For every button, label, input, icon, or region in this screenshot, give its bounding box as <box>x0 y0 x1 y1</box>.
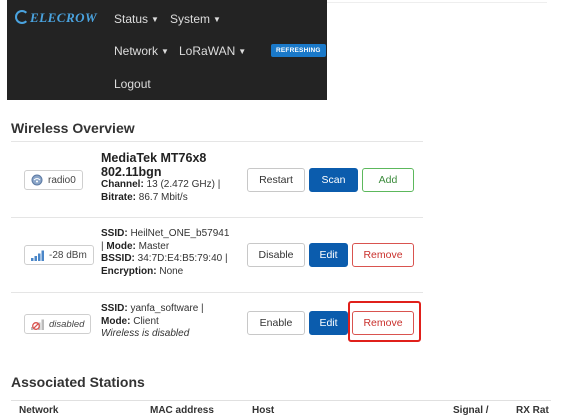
network-info: SSID: yanfa_software | Mode: Client Wire… <box>101 303 204 341</box>
top-navbar: ELECROW Status ▼ System ▼ Network ▼ LoRaWAN… <box>7 0 327 100</box>
signal-strength-icon <box>31 250 44 261</box>
highlight-box <box>348 301 421 342</box>
header-divider <box>327 2 547 3</box>
associated-stations-title: Associated Stations <box>11 374 145 390</box>
row-divider <box>11 141 423 142</box>
menu-network-label: Network <box>114 44 159 58</box>
bitrate-label: Bitrate: <box>101 191 137 203</box>
brand-name: ELECROW <box>30 10 98 25</box>
disabled-badge: disabled <box>24 314 92 334</box>
disabled-badge-label: disabled <box>49 318 85 330</box>
enable-button[interactable]: Enable <box>247 311 305 335</box>
chevron-down-icon: ▼ <box>238 47 247 56</box>
menu-system[interactable]: System ▼ <box>170 12 221 26</box>
wifi-radio-icon <box>31 174 43 186</box>
signal-badge-label: -28 dBm <box>49 249 87 261</box>
row-divider <box>11 217 423 218</box>
radio-badge-label: radio0 <box>48 174 76 186</box>
channel-value: 13 (2.472 GHz) | <box>143 179 221 190</box>
add-button[interactable]: Add <box>362 168 414 192</box>
menu-logout[interactable]: Logout <box>114 77 151 91</box>
menu-status[interactable]: Status ▼ <box>114 12 159 26</box>
mode-value: Master <box>135 240 170 252</box>
menu-lorawan[interactable]: LoRaWAN ▼ <box>179 44 246 58</box>
brand-logo[interactable]: ELECROW <box>15 10 97 26</box>
chevron-down-icon: ▼ <box>161 47 169 56</box>
radio-model-line1: MediaTek MT76x8 <box>101 151 207 165</box>
menu-lorawan-label: LoRaWAN <box>179 44 236 58</box>
column-header-rx-rate[interactable]: RX Rat <box>516 405 549 416</box>
bssid-label: BSSID: <box>101 253 135 264</box>
ssid-label: SSID: <box>101 228 128 239</box>
network-info: SSID: HeilNet_ONE_b57941 | Mode: Master … <box>101 228 241 278</box>
wireless-overview-title: Wireless Overview <box>11 120 135 136</box>
channel-label: Channel: <box>101 179 144 190</box>
wireless-status-text: Wireless is disabled <box>101 328 190 339</box>
radio-info: MediaTek MT76x8 802.11bgn Channel: 13 (2… <box>101 151 220 204</box>
remove-button[interactable]: Remove <box>352 243 414 267</box>
radio-model-line2: 802.11bgn <box>101 165 162 179</box>
ssid-value: HeilNet_ONE_b57941 <box>127 228 230 239</box>
column-header-signal[interactable]: Signal / <box>453 405 489 416</box>
ssid-label: SSID: <box>101 303 128 314</box>
column-header-host[interactable]: Host <box>252 405 274 416</box>
signal-badge: -28 dBm <box>24 245 94 265</box>
encryption-line: Encryption: None <box>101 266 241 279</box>
ssid-value: yanfa_software | <box>127 303 204 314</box>
radio-badge: radio0 <box>24 170 83 190</box>
chevron-down-icon: ▼ <box>213 15 221 24</box>
ssid-line: SSID: HeilNet_ONE_b57941 <box>101 228 241 241</box>
chevron-down-icon: ▼ <box>151 15 159 24</box>
menu-status-label: Status <box>114 12 149 26</box>
ssid-line: SSID: yanfa_software | <box>101 303 204 316</box>
column-header-mac[interactable]: MAC address <box>150 405 214 416</box>
column-header-network[interactable]: Network <box>19 405 58 416</box>
edit-button[interactable]: Edit <box>309 243 348 267</box>
menu-system-label: System <box>170 12 211 26</box>
disable-button[interactable]: Disable <box>247 243 305 267</box>
bitrate-value: 86.7 Mbit/s <box>136 191 188 203</box>
scan-button[interactable]: Scan <box>309 168 358 192</box>
mode-line: Mode: Client <box>101 316 204 329</box>
mode-label: Mode: <box>101 315 131 327</box>
restart-button[interactable]: Restart <box>247 168 305 192</box>
radio-bitrate: Bitrate: 86.7 Mbit/s <box>101 192 220 205</box>
bssid-line: BSSID: 34:7D:E4:B5:79:40 | <box>101 253 241 266</box>
radio-channel: Channel: 13 (2.472 GHz) | <box>101 179 220 192</box>
refreshing-badge[interactable]: REFRESHING <box>271 44 326 57</box>
signal-disabled-icon <box>31 319 44 330</box>
mode-value: Client <box>130 315 159 327</box>
menu-network[interactable]: Network ▼ <box>114 44 169 58</box>
row-divider <box>11 292 423 293</box>
mode-line: | Mode: Master <box>101 241 241 254</box>
encryption-value: None <box>156 265 184 277</box>
edit-button[interactable]: Edit <box>309 311 348 335</box>
encryption-label: Encryption: <box>101 265 157 277</box>
table-header-divider <box>11 400 551 401</box>
brand-mark-icon <box>15 10 29 24</box>
bssid-value: 34:7D:E4:B5:79:40 | <box>134 253 228 264</box>
mode-label: Mode: <box>106 240 136 252</box>
